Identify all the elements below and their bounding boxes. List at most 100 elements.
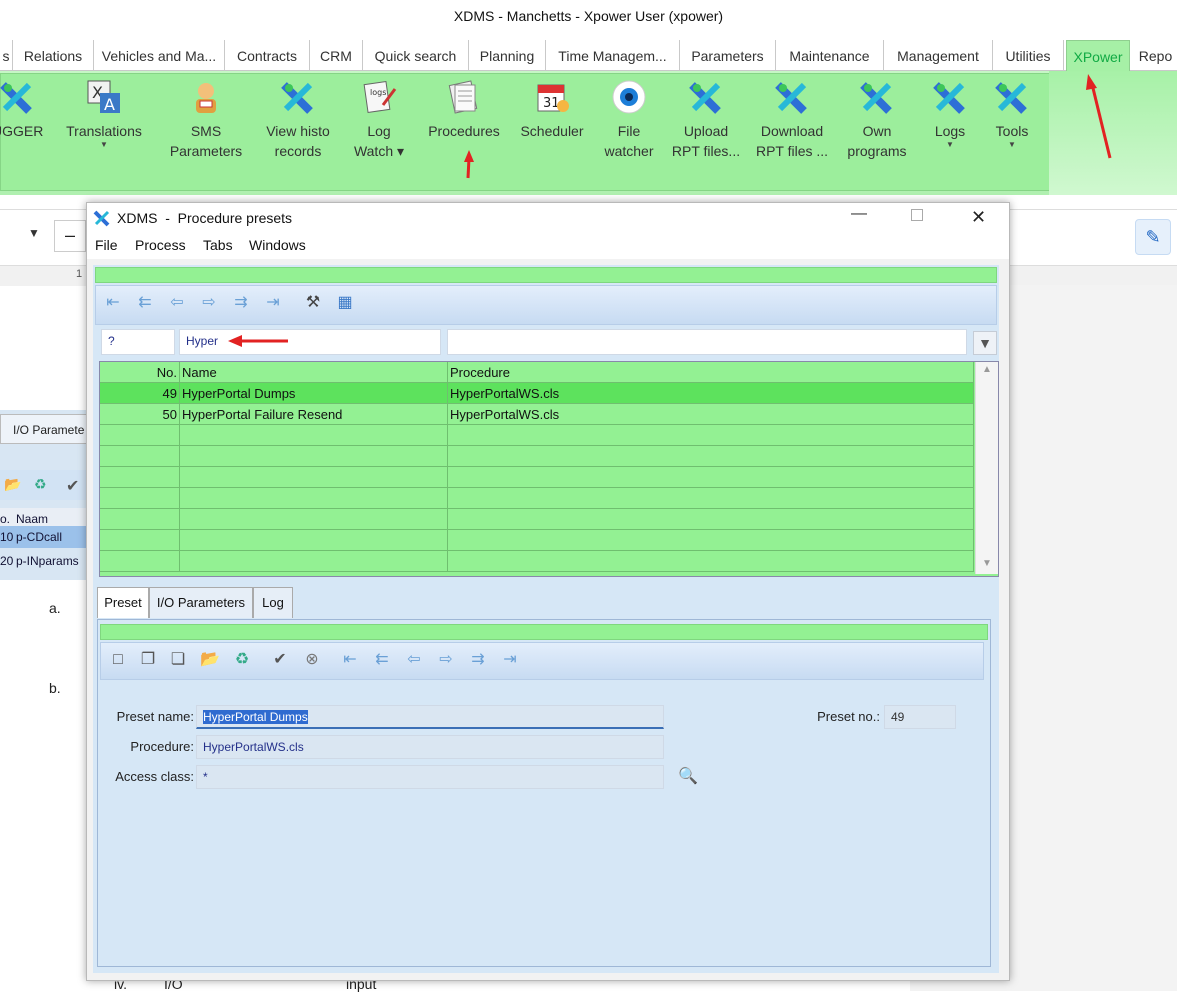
edit-pencil-icon[interactable]: ✎ bbox=[1135, 219, 1171, 255]
ribbon-tools-button[interactable]: Tools ▼ bbox=[986, 79, 1038, 149]
empty-cell[interactable] bbox=[448, 488, 974, 509]
folder-icon[interactable]: 📂 bbox=[4, 476, 21, 493]
table-add-icon[interactable]: ▦ bbox=[334, 292, 356, 314]
last-record-icon[interactable]: ⇥ bbox=[499, 649, 521, 671]
copy-icon[interactable]: ❐ bbox=[137, 649, 159, 671]
tab-time-management[interactable]: Time Managem... bbox=[546, 40, 680, 70]
access-class-input[interactable]: * bbox=[196, 765, 664, 789]
window-titlebar[interactable]: XDMS - Procedure presets — ✕ bbox=[87, 203, 1009, 235]
row-name[interactable]: HyperPortal Failure Resend bbox=[180, 404, 448, 425]
search-icon[interactable]: 🔍 bbox=[678, 766, 698, 786]
preset-name-input[interactable]: HyperPortal Dumps bbox=[196, 705, 664, 729]
ribbon-view-histo-records-button[interactable]: View histo records bbox=[256, 79, 340, 161]
empty-cell[interactable] bbox=[180, 467, 448, 488]
empty-cell[interactable] bbox=[448, 425, 974, 446]
empty-cell[interactable] bbox=[100, 530, 180, 551]
menu-file[interactable]: File bbox=[95, 237, 118, 253]
row-no[interactable]: 49 bbox=[100, 383, 180, 404]
tab-utilities[interactable]: Utilities bbox=[993, 40, 1064, 70]
ribbon-own-programs-button[interactable]: Own programs bbox=[840, 79, 914, 161]
maximize-icon[interactable] bbox=[911, 209, 923, 221]
empty-cell[interactable] bbox=[448, 509, 974, 530]
first-record-icon[interactable]: ⇤ bbox=[102, 292, 124, 314]
ribbon-debugger-button[interactable]: UGGER bbox=[0, 79, 43, 141]
empty-cell[interactable] bbox=[100, 467, 180, 488]
empty-cell[interactable] bbox=[100, 509, 180, 530]
next-record-icon[interactable]: ⇨ bbox=[435, 649, 457, 671]
previous-page-icon[interactable]: ⇇ bbox=[134, 292, 156, 314]
tab-io-parameters[interactable]: I/O Parameters bbox=[149, 587, 253, 618]
tab-parameters[interactable]: Parameters bbox=[680, 40, 776, 70]
procedure-input[interactable]: HyperPortalWS.cls bbox=[196, 735, 664, 759]
tab-reports-partial[interactable]: Repo bbox=[1134, 40, 1177, 70]
recycle-icon[interactable]: ♻ bbox=[231, 649, 253, 671]
previous-record-icon[interactable]: ⇦ bbox=[403, 649, 425, 671]
empty-cell[interactable] bbox=[180, 530, 448, 551]
tab-crm[interactable]: CRM bbox=[310, 40, 363, 70]
empty-cell[interactable] bbox=[448, 467, 974, 488]
tab-partial-left[interactable]: s bbox=[0, 40, 13, 70]
menu-tabs[interactable]: Tabs bbox=[203, 237, 233, 253]
folder-icon[interactable]: 📂 bbox=[199, 649, 221, 671]
row-procedure[interactable]: HyperPortalWS.cls bbox=[448, 383, 974, 404]
empty-cell[interactable] bbox=[100, 446, 180, 467]
ribbon-translations-button[interactable]: XA Translations ▼ bbox=[60, 79, 148, 149]
empty-cell[interactable] bbox=[100, 425, 180, 446]
duplicate-icon[interactable]: ❏ bbox=[167, 649, 189, 671]
tab-relations[interactable]: Relations bbox=[13, 40, 94, 70]
tab-maintenance[interactable]: Maintenance bbox=[776, 40, 884, 70]
empty-cell[interactable] bbox=[448, 551, 974, 572]
check-icon[interactable]: ✔ bbox=[66, 476, 79, 496]
previous-record-icon[interactable]: ⇦ bbox=[166, 292, 188, 314]
new-icon[interactable]: □ bbox=[107, 649, 129, 671]
cancel-icon[interactable]: ⊗ bbox=[301, 649, 323, 671]
tab-vehicles[interactable]: Vehicles and Ma... bbox=[94, 40, 225, 70]
next-page-icon[interactable]: ⇉ bbox=[230, 292, 252, 314]
table-row[interactable]: 20 p-INparams bbox=[0, 550, 88, 572]
ribbon-download-rpt-button[interactable]: Download RPT files ... bbox=[752, 79, 832, 161]
empty-cell[interactable] bbox=[100, 551, 180, 572]
previous-page-icon[interactable]: ⇇ bbox=[371, 649, 393, 671]
first-record-icon[interactable]: ⇤ bbox=[339, 649, 361, 671]
ribbon-file-watcher-button[interactable]: File watcher bbox=[598, 79, 660, 161]
scroll-up-icon[interactable]: ▲ bbox=[982, 364, 992, 375]
empty-cell[interactable] bbox=[100, 488, 180, 509]
row-name[interactable]: HyperPortal Dumps bbox=[180, 383, 448, 404]
empty-cell[interactable] bbox=[448, 446, 974, 467]
ribbon-upload-rpt-button[interactable]: Upload RPT files... bbox=[668, 79, 744, 161]
run-procedure-icon[interactable]: ⚒ bbox=[302, 292, 324, 314]
table-scrollbar[interactable]: ▲ ▼ bbox=[975, 362, 998, 574]
zoom-out-button[interactable]: – bbox=[54, 220, 86, 252]
filter-icon[interactable]: ▼ bbox=[973, 331, 997, 355]
empty-cell[interactable] bbox=[180, 551, 448, 572]
filter-name-input[interactable]: Hyper bbox=[179, 329, 441, 355]
recycle-icon[interactable]: ♻ bbox=[34, 476, 47, 493]
ribbon-logs-button[interactable]: Logs ▼ bbox=[924, 79, 976, 149]
tab-xpower[interactable]: XPower bbox=[1066, 40, 1130, 71]
filter-no-input[interactable]: ? bbox=[101, 329, 175, 355]
tab-log[interactable]: Log bbox=[253, 587, 293, 618]
table-row[interactable]: 10 p-CDcall bbox=[0, 526, 88, 548]
last-record-icon[interactable]: ⇥ bbox=[262, 292, 284, 314]
chevron-down-icon[interactable]: ▼ bbox=[28, 226, 40, 240]
tab-planning[interactable]: Planning bbox=[469, 40, 546, 70]
tab-io-parameters-background[interactable]: I/O Paramete bbox=[0, 414, 88, 444]
next-record-icon[interactable]: ⇨ bbox=[198, 292, 220, 314]
tab-management[interactable]: Management bbox=[884, 40, 993, 70]
tab-quick-search[interactable]: Quick search bbox=[363, 40, 469, 70]
tab-contracts[interactable]: Contracts bbox=[225, 40, 310, 70]
close-icon[interactable]: ✕ bbox=[971, 207, 986, 228]
empty-cell[interactable] bbox=[180, 446, 448, 467]
empty-cell[interactable] bbox=[180, 509, 448, 530]
menu-process[interactable]: Process bbox=[135, 237, 186, 253]
column-header-no[interactable]: No. bbox=[100, 362, 180, 383]
ribbon-sms-parameters-button[interactable]: SMS Parameters bbox=[164, 79, 248, 161]
empty-cell[interactable] bbox=[180, 488, 448, 509]
ribbon-procedures-button[interactable]: Procedures bbox=[424, 79, 504, 141]
column-header-name[interactable]: Name bbox=[180, 362, 448, 383]
filter-procedure-input[interactable] bbox=[447, 329, 967, 355]
ribbon-log-watch-button[interactable]: logs Log Watch ▾ bbox=[346, 79, 412, 161]
next-page-icon[interactable]: ⇉ bbox=[467, 649, 489, 671]
menu-windows[interactable]: Windows bbox=[249, 237, 306, 253]
row-procedure[interactable]: HyperPortalWS.cls bbox=[448, 404, 974, 425]
